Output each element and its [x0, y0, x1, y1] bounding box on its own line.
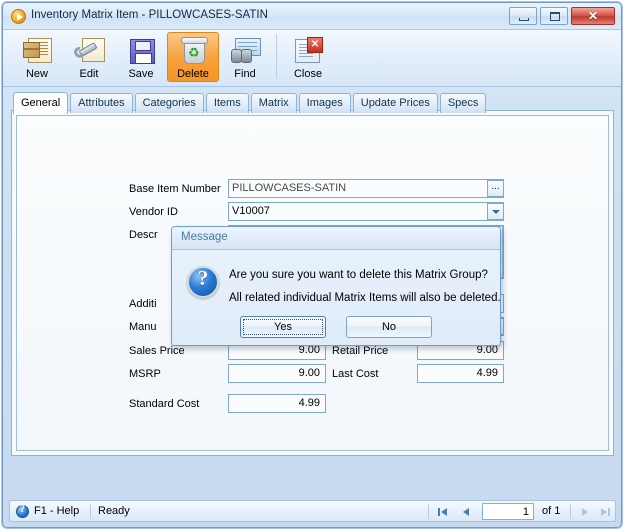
tab-update-prices-label: Update Prices	[360, 97, 430, 109]
tab-images-label: Images	[306, 97, 343, 109]
base-item-number-label: Base Item Number	[129, 183, 221, 195]
confirm-delete-dialog: Message Are you sure you want to delete …	[171, 226, 501, 346]
next-record-icon[interactable]	[578, 505, 592, 519]
maximize-icon	[550, 12, 560, 21]
save-floppy-icon	[125, 36, 157, 66]
help-question-icon[interactable]	[16, 504, 29, 518]
page-of-label: of 1	[542, 505, 561, 517]
find-button-label: Find	[234, 68, 256, 80]
delete-button-label: Delete	[177, 68, 209, 80]
tab-update-prices[interactable]: Update Prices	[352, 93, 438, 113]
dialog-title-bar: Message	[172, 227, 500, 250]
close-icon: ✕	[587, 9, 599, 23]
tab-items-label: Items	[213, 97, 241, 109]
dialog-message-line-1: Are you sure you want to delete this Mat…	[229, 269, 488, 281]
close-document-icon: ✕	[292, 36, 324, 66]
edit-wrench-icon	[73, 36, 105, 66]
status-separator-1	[90, 504, 91, 519]
close-button[interactable]: ✕ Close	[282, 32, 334, 82]
manufacturer-label: Manu	[129, 321, 157, 333]
base-item-number-input[interactable]: PILLOWCASES-SATIN	[228, 179, 504, 198]
dialog-message-line-2: All related individual Matrix Items will…	[229, 292, 501, 304]
status-bar: F1 - Help Ready 1 of 1	[9, 500, 616, 522]
last-cost-input[interactable]: 4.99	[417, 364, 504, 383]
save-button[interactable]: Save	[115, 32, 167, 82]
application-window: Inventory Matrix Item - PILLOWCASES-SATI…	[2, 2, 622, 528]
edit-button-label: Edit	[79, 68, 99, 80]
tab-matrix[interactable]: Matrix	[250, 93, 297, 113]
dialog-button-row: Yes No	[172, 316, 500, 338]
dialog-body: Are you sure you want to delete this Mat…	[172, 250, 501, 348]
tab-images[interactable]: Images	[298, 93, 351, 113]
new-button[interactable]: New	[11, 32, 63, 82]
window-controls: ✕	[509, 7, 615, 25]
tab-categories-label: Categories	[142, 97, 196, 109]
edit-button[interactable]: Edit	[63, 32, 115, 82]
status-text: Ready	[98, 505, 130, 517]
tab-general[interactable]: General	[13, 92, 69, 114]
find-button[interactable]: Find	[219, 32, 271, 82]
minimize-button[interactable]	[509, 7, 537, 25]
additional-label: Additi	[129, 298, 157, 310]
new-button-label: New	[25, 68, 48, 80]
description-label: Descr	[129, 229, 158, 241]
msrp-input[interactable]: 9.00	[228, 364, 326, 383]
status-separator-2	[428, 504, 429, 519]
tab-specs[interactable]: Specs	[439, 93, 487, 113]
delete-button[interactable]: ♻ Delete	[167, 32, 219, 82]
tab-items[interactable]: Items	[205, 93, 249, 113]
tab-attributes-label: Attributes	[78, 97, 125, 109]
last-record-icon[interactable]	[599, 505, 613, 519]
tab-categories[interactable]: Categories	[134, 93, 204, 113]
base-item-number-browse-button[interactable]: ...	[487, 180, 504, 197]
standard-cost-input[interactable]: 4.99	[228, 394, 326, 413]
question-mark-icon	[187, 266, 219, 298]
new-item-icon	[21, 36, 53, 66]
dialog-no-button[interactable]: No	[346, 316, 432, 338]
close-window-button[interactable]: ✕	[571, 7, 615, 25]
vendor-id-input[interactable]: V10007	[228, 202, 504, 221]
tab-strip: General Attributes Categories Items Matr…	[13, 92, 621, 114]
toolbar-separator	[276, 34, 277, 78]
dialog-yes-button[interactable]: Yes	[240, 316, 326, 338]
title-bar: Inventory Matrix Item - PILLOWCASES-SATI…	[3, 3, 621, 30]
app-play-icon	[11, 9, 26, 24]
tab-general-label: General	[21, 97, 61, 109]
tab-attributes[interactable]: Attributes	[70, 93, 133, 113]
vendor-id-dropdown-arrow[interactable]	[487, 203, 504, 220]
find-binoculars-icon	[229, 36, 261, 66]
standard-cost-label: Standard Cost	[129, 398, 200, 410]
help-text[interactable]: F1 - Help	[34, 505, 79, 517]
vendor-id-label: Vendor ID	[129, 206, 178, 218]
previous-record-icon[interactable]	[460, 505, 474, 519]
tab-specs-label: Specs	[447, 97, 479, 109]
status-separator-3	[570, 504, 571, 519]
dialog-title: Message	[181, 231, 228, 243]
last-cost-label: Last Cost	[332, 368, 379, 380]
maximize-button[interactable]	[540, 7, 568, 25]
window-title: Inventory Matrix Item - PILLOWCASES-SATI…	[31, 9, 268, 21]
main-toolbar: New Edit Save ♻ Delete Find ✕ Close	[3, 30, 621, 87]
first-record-icon[interactable]	[437, 505, 451, 519]
page-number-input[interactable]: 1	[482, 503, 534, 520]
save-button-label: Save	[128, 68, 154, 80]
msrp-label: MSRP	[129, 368, 161, 380]
tab-matrix-label: Matrix	[258, 97, 289, 109]
minimize-icon	[519, 18, 529, 21]
delete-bin-icon: ♻	[177, 36, 209, 66]
close-button-label: Close	[293, 68, 323, 80]
